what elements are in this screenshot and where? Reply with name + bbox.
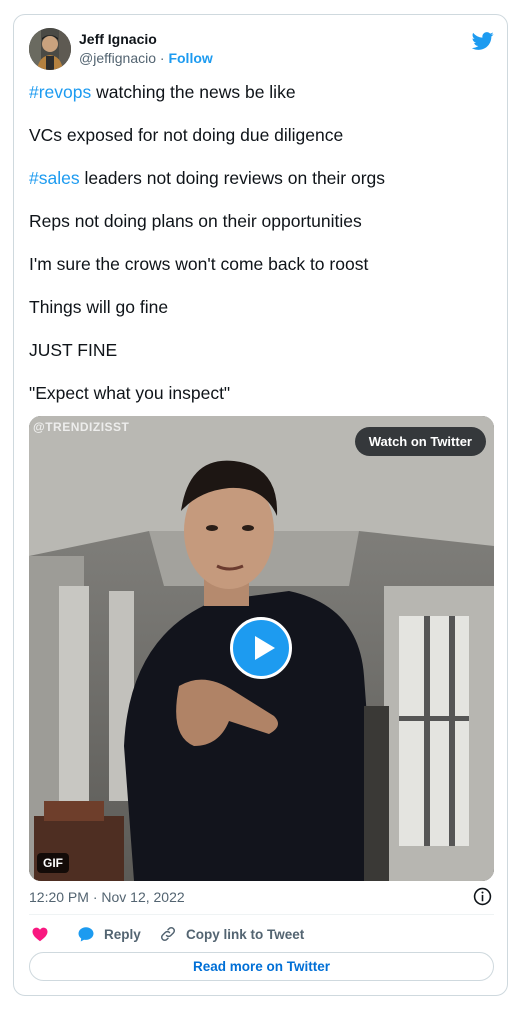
like-button[interactable]: [31, 923, 58, 945]
tweet-actions: Reply Copy link to Tweet: [29, 923, 494, 945]
copy-link-button[interactable]: Copy link to Tweet: [159, 923, 304, 945]
tweet-line-4: Reps not doing plans on their opportunit…: [29, 210, 362, 232]
author-avatar[interactable]: [29, 28, 71, 70]
author-handle[interactable]: @jeffignacio: [79, 50, 156, 66]
reply-bubble-icon: [78, 927, 94, 942]
copy-link-label: Copy link to Tweet: [186, 926, 305, 942]
twitter-bird-icon[interactable]: [472, 30, 494, 52]
media-watermark: @TRENDIZISST: [33, 420, 130, 434]
tweet-line-text: leaders not doing reviews on their orgs: [79, 168, 386, 188]
hashtag-revops[interactable]: #revops: [29, 82, 91, 102]
play-icon: [255, 636, 275, 660]
play-button[interactable]: [230, 617, 292, 679]
reply-label: Reply: [104, 926, 141, 942]
read-more-button[interactable]: Read more on Twitter: [29, 952, 494, 981]
tweet-line-8: "Expect what you inspect": [29, 382, 230, 404]
meta-separator: ·: [156, 50, 169, 66]
tweet-card: Jeff Ignacio @jeffignacio · Follow #revo…: [13, 14, 508, 996]
author-name[interactable]: Jeff Ignacio: [79, 31, 157, 47]
tweet-line-text: watching the news be like: [91, 82, 296, 102]
reply-button[interactable]: Reply: [77, 923, 141, 945]
tweet-line-text: Things will go fine: [29, 297, 169, 317]
tweet-line-text: I'm sure the crows won't come back to ro…: [29, 254, 369, 274]
tweet-line-5: I'm sure the crows won't come back to ro…: [29, 253, 368, 275]
hashtag-sales[interactable]: #sales: [29, 168, 80, 188]
gif-media[interactable]: @TRENDIZISST Watch on Twitter GIF: [29, 416, 494, 881]
gif-badge: GIF: [37, 853, 69, 873]
footer-divider: [29, 914, 494, 915]
tweet-timestamp[interactable]: 12:20 PM · Nov 12, 2022: [29, 889, 185, 905]
heart-icon: [32, 927, 48, 942]
tweet-line-6: Things will go fine: [29, 296, 168, 318]
tweet-line-1: #revops watching the news be like: [29, 81, 296, 103]
tweet-header: Jeff Ignacio @jeffignacio · Follow: [29, 28, 494, 70]
watch-on-twitter-button[interactable]: Watch on Twitter: [354, 427, 486, 456]
tweet-line-text: "Expect what you inspect": [29, 383, 231, 403]
author-meta: @jeffignacio · Follow: [79, 50, 213, 66]
tweet-line-text: Reps not doing plans on their opportunit…: [29, 211, 362, 231]
tweet-line-text: JUST FINE: [29, 340, 118, 360]
tweet-line-text: VCs exposed for not doing due diligence: [29, 125, 344, 145]
link-icon: [160, 926, 176, 942]
info-icon[interactable]: [473, 887, 492, 906]
tweet-line-3: #sales leaders not doing reviews on thei…: [29, 167, 385, 189]
follow-link[interactable]: Follow: [168, 50, 212, 66]
tweet-line-2: VCs exposed for not doing due diligence: [29, 124, 343, 146]
tweet-line-7: JUST FINE: [29, 339, 117, 361]
